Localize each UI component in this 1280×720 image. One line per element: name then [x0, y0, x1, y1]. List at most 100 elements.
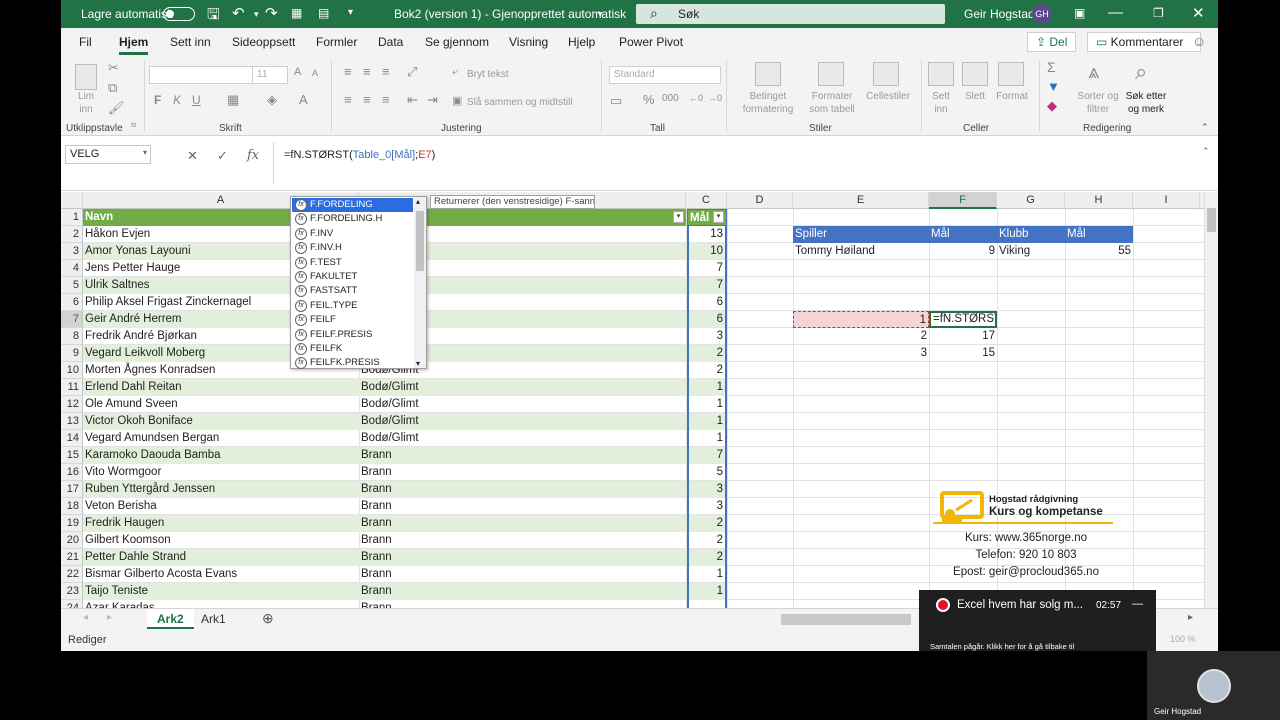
formula-input[interactable]: =fN.STØRST(Table_0[Mål];E7)	[273, 142, 1217, 184]
name-box[interactable]: VELG ▾	[65, 145, 151, 164]
shrink-font-icon[interactable]: A	[312, 68, 318, 78]
worksheet[interactable]: ABCDEFGHIJ 12345678910111213141516171819…	[61, 192, 1218, 608]
call-note[interactable]: Samtalen pågår. Klikk her for å gå tilba…	[930, 642, 1150, 651]
side-table-player[interactable]: Tommy Høiland	[793, 243, 929, 260]
align-left-icon[interactable]: ≡	[344, 92, 352, 107]
scroll-thumb[interactable]	[1207, 208, 1216, 232]
borders-icon[interactable]: ▦	[227, 92, 239, 108]
table-row-club[interactable]: Bodø/Glimt	[359, 396, 686, 413]
cut-icon[interactable]: ✂	[108, 60, 119, 76]
table-row-goals[interactable]: 1	[687, 379, 727, 396]
table-row-club[interactable]: Brann	[359, 583, 686, 600]
table-row-goals[interactable]: 7	[687, 277, 727, 294]
autocomplete-item[interactable]: fx FEILFK.PRESIS	[292, 356, 413, 370]
autocomplete-item[interactable]: fx F.TEST	[292, 256, 413, 270]
fill-color-icon[interactable]: ◈	[267, 92, 277, 108]
table-row-name[interactable]: Gilbert Koomson	[83, 532, 359, 549]
rank-e7[interactable]: 1	[793, 311, 929, 328]
tab-data[interactable]: Data	[378, 35, 403, 49]
indent-increase-icon[interactable]: ⇥	[427, 92, 438, 108]
autocomplete-scroll-thumb[interactable]	[416, 211, 424, 271]
side-table-header-3[interactable]: Mål	[1065, 226, 1133, 243]
conditional-format-icon[interactable]	[755, 62, 781, 86]
number-format-dropdown[interactable]: Standard	[609, 66, 721, 84]
fill-icon[interactable]: ▼	[1047, 79, 1060, 94]
table-row-goals[interactable]: 2	[687, 532, 727, 549]
font-size-dropdown[interactable]: 11	[252, 66, 288, 84]
format-cells-label[interactable]: Format	[992, 90, 1032, 103]
undo-icon[interactable]: ↶	[232, 4, 245, 22]
row-header-7[interactable]: 7	[61, 311, 83, 328]
cell-styles-label[interactable]: Cellestiler	[860, 90, 916, 103]
table-row-goals[interactable]: 7	[687, 260, 727, 277]
vertical-scrollbar[interactable]	[1204, 192, 1218, 608]
row-header-12[interactable]: 12	[61, 396, 83, 413]
clipboard-launcher-icon[interactable]: ⧅	[131, 120, 136, 130]
table-row-club[interactable]: Brann	[359, 464, 686, 481]
wrap-text-icon[interactable]: ⤶	[452, 66, 458, 79]
decrease-decimal-icon[interactable]: →0	[708, 93, 722, 103]
format-cells-icon[interactable]	[998, 62, 1024, 86]
side-table-club[interactable]: Viking	[997, 243, 1065, 260]
filter-club-icon[interactable]: ▾	[673, 211, 684, 223]
autocomplete-item[interactable]: fx F.FORDELING.H	[292, 212, 413, 226]
find-icon[interactable]: ⌕	[1135, 59, 1147, 85]
scroll-up-icon[interactable]: ▴	[416, 197, 420, 206]
column-header-f[interactable]: F	[929, 192, 997, 209]
row-header-24[interactable]: 24	[61, 600, 83, 608]
rank-f7-active-cell[interactable]: =fN.STØRST(	[929, 311, 997, 328]
table-row-goals[interactable]: 6	[687, 294, 727, 311]
delete-cells-label[interactable]: Slett	[959, 90, 991, 103]
table-row-goals[interactable]: 3	[687, 328, 727, 345]
table-row-club[interactable]: Brann	[359, 481, 686, 498]
row-header-18[interactable]: 18	[61, 498, 83, 515]
table-row-name[interactable]: Veton Berisha	[83, 498, 359, 515]
table-row-club[interactable]: Bodø/Glimt	[359, 379, 686, 396]
tab-formler[interactable]: Formler	[316, 35, 357, 49]
rank-f8[interactable]: 17	[929, 328, 997, 345]
restore-icon[interactable]: ❐	[1153, 6, 1164, 20]
sheet-tab-ark2[interactable]: Ark2	[147, 609, 194, 629]
table-row-name[interactable]: Ruben Yttergård Jenssen	[83, 481, 359, 498]
rank-e9[interactable]: 3	[793, 345, 929, 362]
table-row-goals[interactable]: 13	[687, 226, 727, 243]
row-header-15[interactable]: 15	[61, 447, 83, 464]
table-row-goals[interactable]: 1	[687, 430, 727, 447]
row-header-1[interactable]: 1	[61, 209, 83, 226]
autocomplete-item[interactable]: fx F.INV.H	[292, 241, 413, 255]
table-row-name[interactable]: Erlend Dahl Reitan	[83, 379, 359, 396]
user-name[interactable]: Geir Hogstad	[964, 7, 1035, 21]
scroll-right-icon[interactable]: ▸	[1188, 612, 1193, 623]
row-header-20[interactable]: 20	[61, 532, 83, 549]
name-box-dropdown-icon[interactable]: ▾	[143, 148, 147, 157]
redo-icon[interactable]: ↷	[265, 4, 278, 22]
autocomplete-scrollbar[interactable]: ▴ ▾	[414, 197, 426, 368]
table-row-goals[interactable]: 10	[687, 243, 727, 260]
autocomplete-item[interactable]: fx F.INV	[292, 227, 413, 241]
paste-icon[interactable]	[75, 64, 97, 90]
row-header-5[interactable]: 5	[61, 277, 83, 294]
next-sheet-icon[interactable]: ▸	[107, 612, 112, 623]
wrap-text-label[interactable]: Bryt tekst	[467, 68, 509, 81]
row-header-8[interactable]: 8	[61, 328, 83, 345]
autocomplete-item[interactable]: fx FAKULTET	[292, 270, 413, 284]
undo-dropdown-icon[interactable]: ▾	[254, 9, 259, 20]
table-row-goals[interactable]: 6	[687, 311, 727, 328]
rank-e8[interactable]: 2	[793, 328, 929, 345]
clear-icon[interactable]: ◆	[1047, 98, 1057, 114]
autocomplete-item[interactable]: fx FEILF.PRESIS	[292, 328, 413, 342]
row-header-19[interactable]: 19	[61, 515, 83, 532]
autocomplete-item[interactable]: fx F.FORDELING	[292, 198, 413, 212]
autocomplete-item[interactable]: fx FEILFK	[292, 342, 413, 356]
save-icon[interactable]: 🖫	[207, 4, 220, 29]
rank-f9[interactable]: 15	[929, 345, 997, 362]
select-all-corner[interactable]	[61, 192, 83, 209]
row-header-21[interactable]: 21	[61, 549, 83, 566]
insert-cells-label[interactable]: Sett inn	[925, 90, 957, 116]
align-top-icon[interactable]: ≡	[344, 64, 352, 79]
row-header-13[interactable]: 13	[61, 413, 83, 430]
add-sheet-icon[interactable]: ⊕	[262, 610, 274, 627]
table-row-goals[interactable]: 2	[687, 549, 727, 566]
column-header-h[interactable]: H	[1065, 192, 1133, 209]
delete-cells-icon[interactable]	[962, 62, 988, 86]
